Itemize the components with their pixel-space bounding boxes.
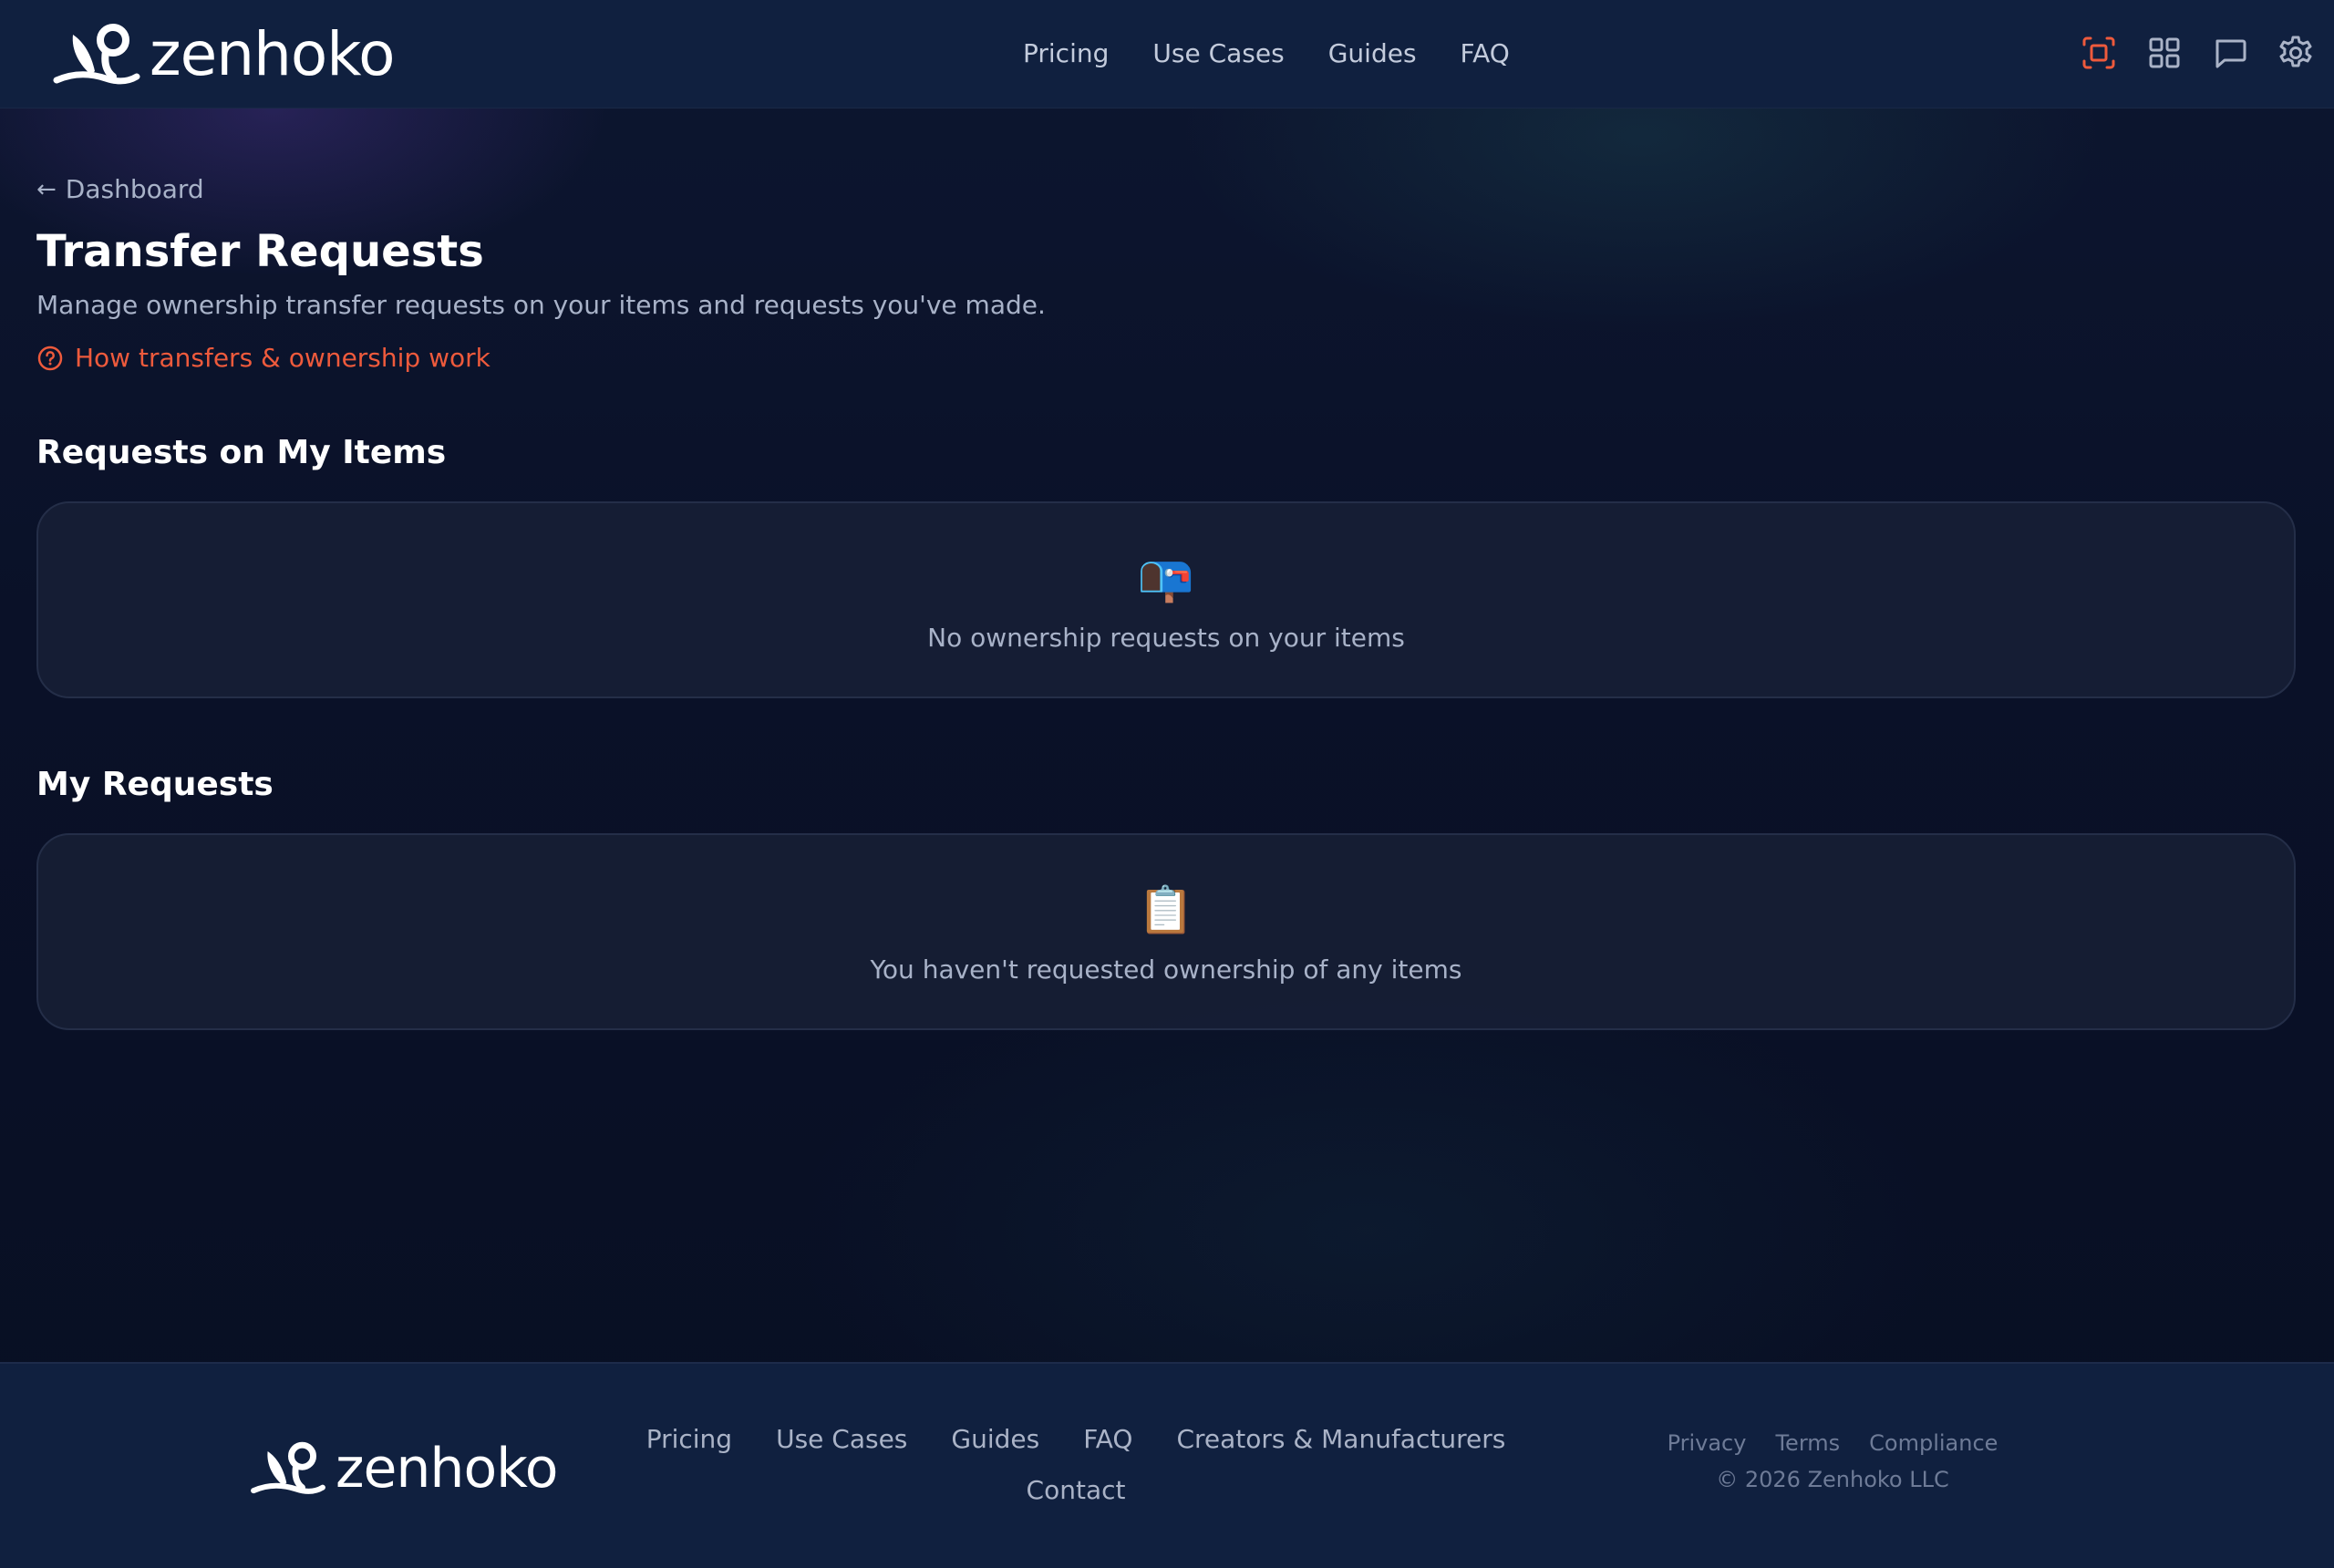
header-actions <box>2079 33 2316 73</box>
site-footer: zenhoko Pricing Use Cases Guides FAQ Cre… <box>0 1362 2334 1568</box>
footer-link-contact[interactable]: Contact <box>1027 1471 1126 1510</box>
footer-link-terms[interactable]: Terms <box>1775 1426 1840 1460</box>
brand-logo-icon <box>251 1441 325 1494</box>
section-title-my-requests: My Requests <box>36 766 274 803</box>
footer-link-faq[interactable]: FAQ <box>1083 1420 1132 1459</box>
top-header: zenhoko Pricing Use Cases Guides FAQ <box>0 0 2334 108</box>
footer-nav: Pricing Use Cases Guides FAQ Creators & … <box>644 1420 1508 1510</box>
nav-pricing[interactable]: Pricing <box>1023 35 1109 73</box>
nav-guides[interactable]: Guides <box>1328 35 1417 73</box>
footer-link-creators[interactable]: Creators & Manufacturers <box>1176 1420 1505 1459</box>
brand-logo-icon <box>53 24 140 85</box>
brand-wordmark: zenhoko <box>336 1437 558 1501</box>
clipboard-icon: 📋 <box>1137 883 1195 936</box>
page-subtitle: Manage ownership transfer requests on yo… <box>36 290 1046 320</box>
help-link[interactable]: How transfers & ownership work <box>36 339 491 377</box>
page-title: Transfer Requests <box>36 226 484 277</box>
footer-link-use-cases[interactable]: Use Cases <box>776 1420 907 1459</box>
requests-on-my-items-panel: 📭 No ownership requests on your items <box>36 501 2296 698</box>
grid-icon[interactable] <box>2144 33 2184 73</box>
footer-logo[interactable]: zenhoko <box>250 1439 558 1499</box>
section-title-requests-on-my-items: Requests on My Items <box>36 434 447 471</box>
empty-state-message: You haven't requested ownership of any i… <box>870 954 1462 985</box>
my-requests-panel: 📋 You haven't requested ownership of any… <box>36 833 2296 1030</box>
footer-link-pricing[interactable]: Pricing <box>646 1420 732 1459</box>
chat-icon[interactable] <box>2210 33 2250 73</box>
brand-wordmark: zenhoko <box>150 19 396 89</box>
scan-icon[interactable] <box>2079 33 2119 73</box>
mailbox-icon: 📭 <box>1137 552 1195 604</box>
nav-faq[interactable]: FAQ <box>1461 35 1510 73</box>
arrow-left-icon: ← <box>36 176 57 203</box>
nav-use-cases[interactable]: Use Cases <box>1152 35 1284 73</box>
help-circle-icon <box>37 346 63 371</box>
empty-state-message: No ownership requests on your items <box>927 623 1405 653</box>
help-link-label: How transfers & ownership work <box>75 343 491 373</box>
footer-link-guides[interactable]: Guides <box>951 1420 1039 1459</box>
copyright-text: © 2026 Zenhoko LLC <box>1716 1467 1949 1492</box>
footer-link-privacy[interactable]: Privacy <box>1668 1426 1747 1460</box>
header-logo[interactable]: zenhoko <box>53 19 396 89</box>
footer-link-compliance[interactable]: Compliance <box>1869 1426 1998 1460</box>
gear-icon[interactable] <box>2276 33 2316 73</box>
back-link-label: Dashboard <box>65 174 204 204</box>
main-nav: Pricing Use Cases Guides FAQ <box>1023 35 1510 73</box>
footer-legal: Privacy Terms Compliance © 2026 Zenhoko … <box>1632 1426 2033 1497</box>
back-to-dashboard-link[interactable]: ← Dashboard <box>36 171 204 208</box>
